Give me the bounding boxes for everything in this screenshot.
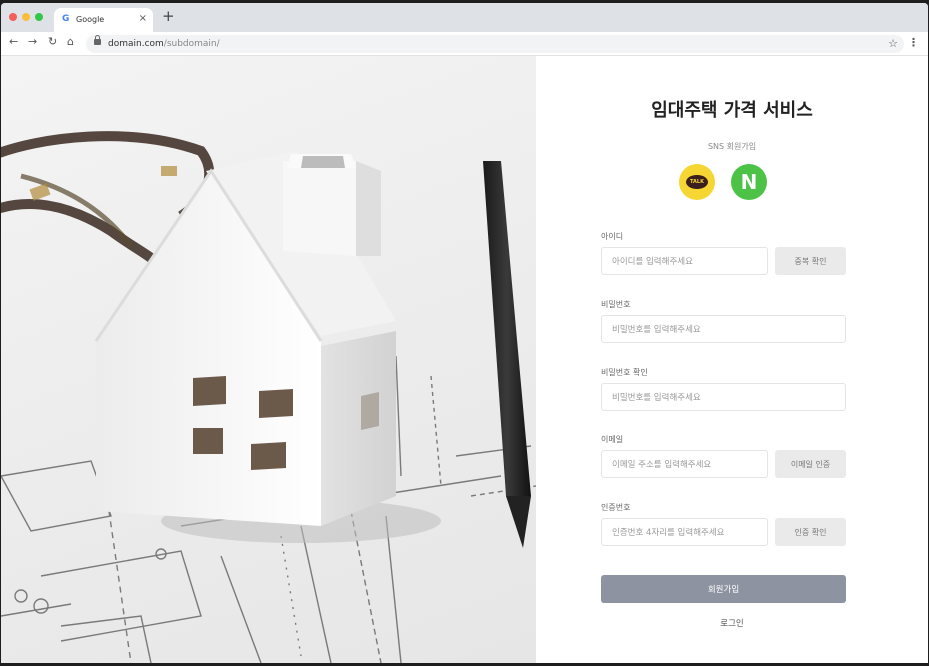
more-menu-icon[interactable]: ⋮ (908, 36, 919, 49)
password-placeholder: 비밀번호를 입력해주세요 (612, 325, 701, 335)
google-favicon-icon: G (62, 14, 70, 24)
id-input[interactable]: 아이디를 입력해주세요 (601, 247, 768, 275)
sns-signup-label: SNS 회원가입 (707, 142, 757, 151)
url-text: domain.com/subdomain/ (108, 39, 220, 49)
id-label: 아이디 (601, 232, 624, 241)
code-input[interactable]: 인증번호 4자리를 입력해주세요 (601, 518, 768, 546)
password-input[interactable]: 비밀번호를 입력해주세요 (601, 315, 846, 343)
code-label: 인증번호 (601, 503, 631, 512)
id-placeholder: 아이디를 입력해주세요 (612, 257, 693, 267)
password-label: 비밀번호 (601, 300, 631, 309)
close-window-button[interactable] (9, 13, 17, 21)
window-controls (9, 13, 43, 21)
page-title: 임대주택 가격 서비스 (651, 100, 813, 121)
email-placeholder: 이메일 주소를 입력해주세요 (612, 460, 712, 470)
kakao-login-button[interactable]: TALK (679, 164, 715, 200)
kakao-talk-icon: TALK (686, 175, 708, 189)
tab-strip: G Google × + (1, 3, 928, 32)
reload-icon[interactable]: ↻ (48, 36, 57, 47)
back-arrow-icon[interactable]: ← (9, 36, 18, 47)
check-duplicate-button[interactable]: 중복 확인 (775, 247, 846, 275)
house-illustration (1, 131, 536, 663)
lock-icon (94, 35, 101, 45)
email-label: 이메일 (601, 435, 624, 444)
address-toolbar: ← → ↻ ⌂ domain.com/subdomain/ ☆ ⋮ (1, 32, 928, 56)
password-confirm-input[interactable]: 비밀번호를 입력해주세요 (601, 383, 846, 411)
naver-icon: N (740, 170, 758, 194)
hero-image (1, 56, 536, 663)
login-link[interactable]: 로그인 (536, 617, 928, 629)
naver-login-button[interactable]: N (731, 164, 767, 200)
password-confirm-placeholder: 비밀번호를 입력해주세요 (612, 393, 701, 403)
tab-close-icon[interactable]: × (139, 13, 147, 24)
maximize-window-button[interactable] (35, 13, 43, 21)
browser-window: G Google × + ← → ↻ ⌂ domain.com/subdomai… (1, 3, 928, 663)
password-confirm-label: 비밀번호 확인 (601, 368, 648, 377)
tab-title: Google (76, 15, 105, 24)
bookmark-star-icon[interactable]: ☆ (888, 37, 898, 50)
minimize-window-button[interactable] (22, 13, 30, 21)
new-tab-icon[interactable]: + (162, 9, 175, 24)
signup-submit-button[interactable]: 회원가입 (601, 575, 846, 603)
code-confirm-button[interactable]: 인증 확인 (775, 518, 846, 546)
code-placeholder: 인증번호 4자리를 입력해주세요 (612, 528, 725, 538)
address-bar[interactable]: domain.com/subdomain/ ☆ (86, 35, 904, 53)
browser-tab[interactable]: G Google × (54, 8, 153, 32)
forward-arrow-icon[interactable]: → (28, 36, 37, 47)
email-input[interactable]: 이메일 주소를 입력해주세요 (601, 450, 768, 478)
email-verify-button[interactable]: 이메일 인증 (775, 450, 846, 478)
home-icon[interactable]: ⌂ (67, 36, 74, 47)
signup-panel: 임대주택 가격 서비스 SNS 회원가입 TALK N 아이디 아이디를 입력해… (536, 56, 928, 663)
